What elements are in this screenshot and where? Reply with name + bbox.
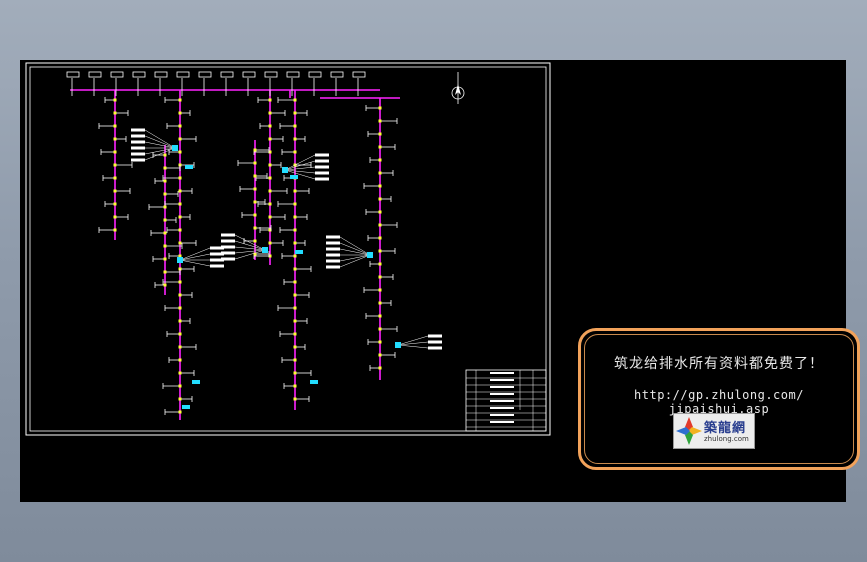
ad-title: 筑龙给排水所有资料都免费了！ [614, 356, 824, 372]
drawing-frame [25, 62, 551, 436]
compass-icon [451, 72, 465, 104]
zhulong-logo[interactable]: 築龍網 zhulong.com [673, 413, 755, 449]
ad-panel: 筑龙给排水所有资料都免费了！ http://gp.zhulong.com/ ji… [578, 328, 860, 470]
logo-name: 築龍網 [704, 421, 747, 436]
zhulong-logo-icon [676, 417, 702, 445]
logo-domain: zhulong.com [704, 435, 749, 443]
ad-link[interactable]: http://gp.zhulong.com/ jipaishui.asp [581, 388, 857, 416]
cad-viewport[interactable]: 筑龙给排水所有资料都免费了！ http://gp.zhulong.com/ ji… [20, 60, 860, 502]
title-block [465, 369, 547, 432]
